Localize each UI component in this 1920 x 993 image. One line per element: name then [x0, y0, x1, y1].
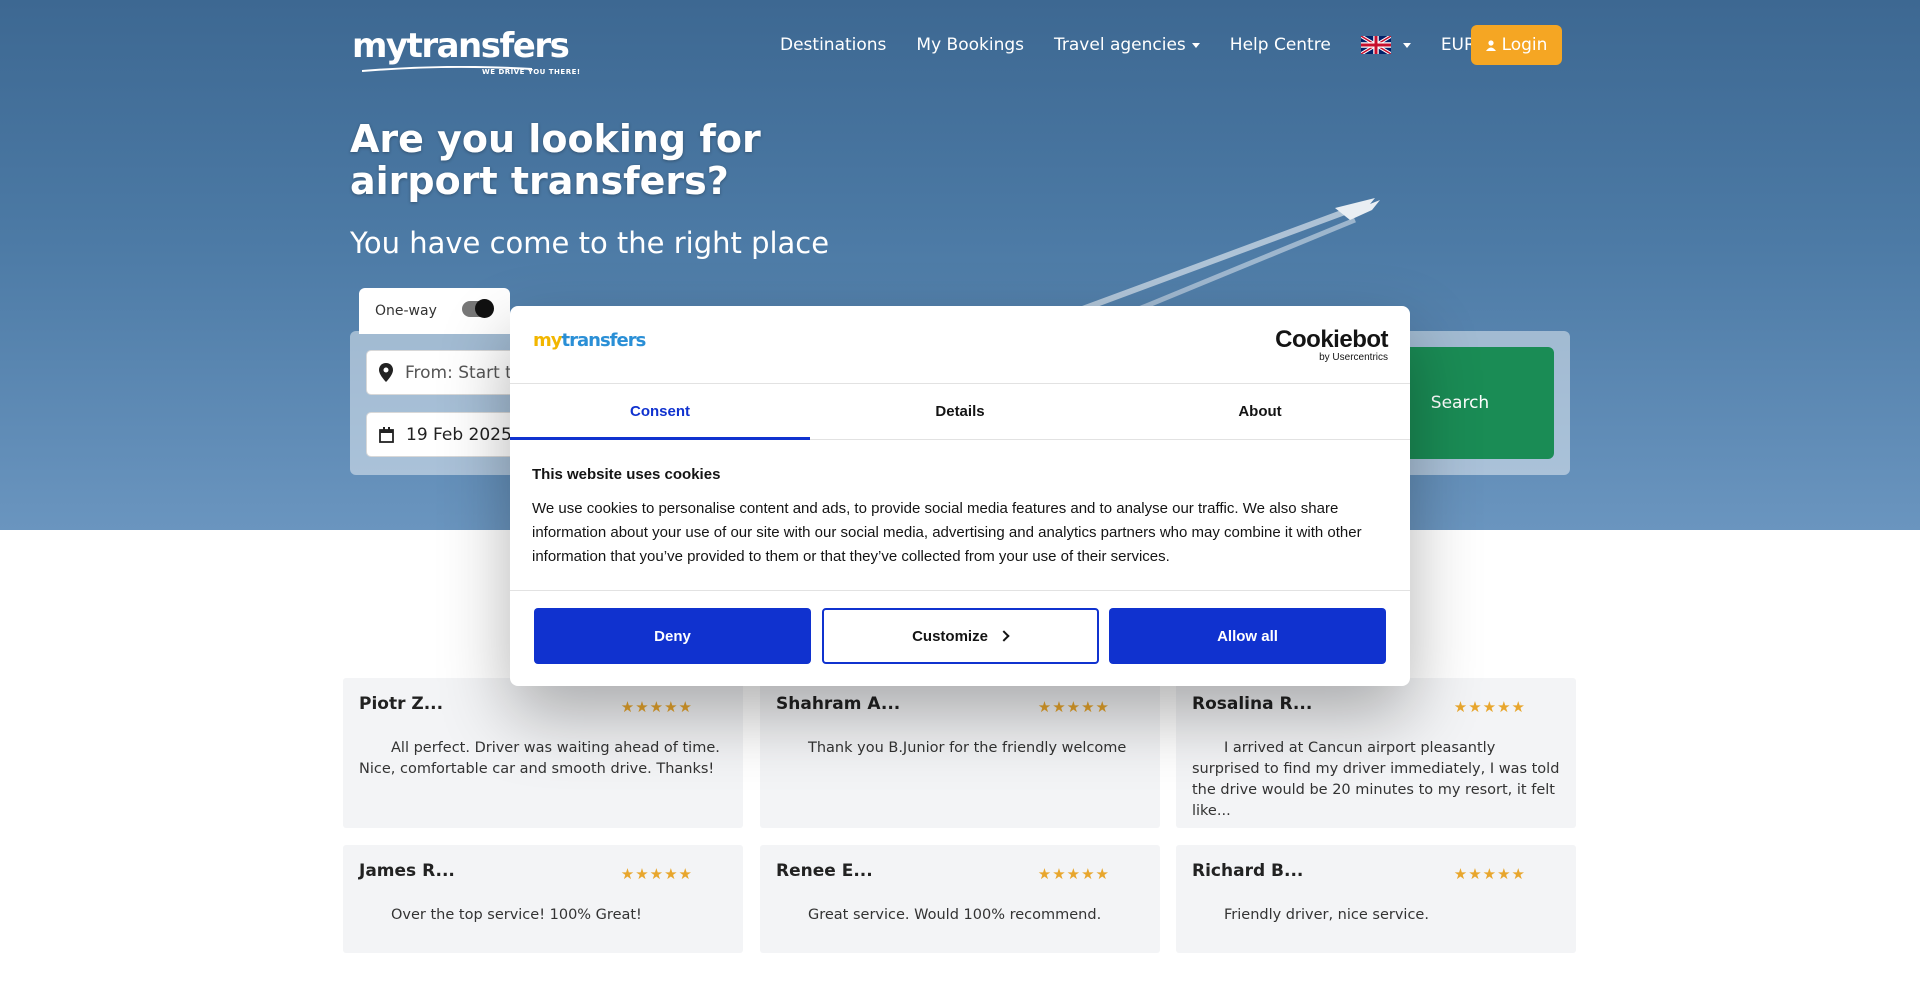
cookie-consent-dialog: mytransfers Cookiebot by Usercentrics Co…	[510, 306, 1410, 686]
customize-button[interactable]: Customize	[821, 608, 1099, 664]
cookie-heading: This website uses cookies	[532, 466, 721, 483]
cookiebot-subtitle: by Usercentrics	[1319, 352, 1388, 363]
dialog-logo-part1: my	[533, 330, 562, 351]
cookie-dialog-tabs: Consent Details About	[510, 384, 1410, 440]
cookie-description: We use cookies to personalise content an…	[532, 500, 1362, 565]
deny-button[interactable]: Deny	[534, 608, 811, 664]
cookiebot-logo[interactable]: Cookiebot by Usercentrics	[1275, 326, 1388, 364]
dialog-logo-part2: transfers	[561, 330, 647, 351]
deny-label: Deny	[654, 627, 691, 645]
cookiebot-wordmark: Cookiebot	[1275, 326, 1388, 353]
allow-all-label: Allow all	[1217, 627, 1278, 645]
tab-about[interactable]: About	[1110, 384, 1410, 439]
cookie-dialog-header: mytransfers Cookiebot by Usercentrics	[510, 306, 1410, 384]
tab-details[interactable]: Details	[810, 384, 1110, 439]
cookie-buttons: Deny Customize Allow all	[534, 608, 1386, 664]
allow-all-button[interactable]: Allow all	[1109, 608, 1386, 664]
tab-consent[interactable]: Consent	[510, 384, 810, 440]
customize-label: Customize	[912, 627, 988, 645]
dialog-site-logo: mytransfers	[533, 330, 647, 351]
chevron-right-icon	[998, 630, 1010, 642]
cookie-dialog-body: This website uses cookies We use cookies…	[510, 440, 1410, 591]
